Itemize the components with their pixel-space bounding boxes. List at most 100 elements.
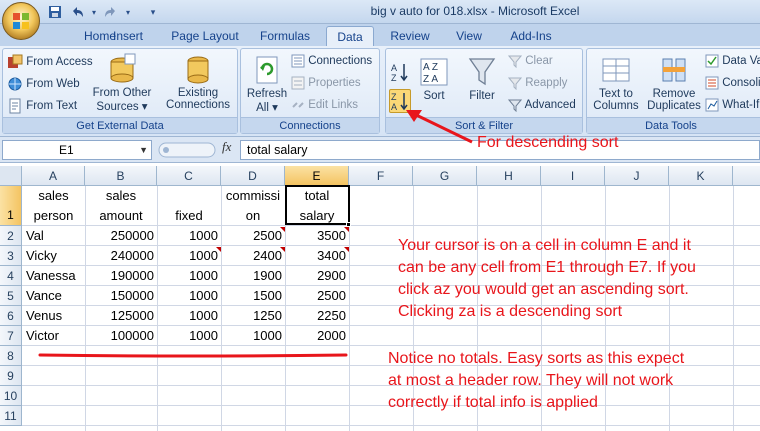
column-header-d[interactable]: D: [221, 166, 285, 186]
cell-e3[interactable]: 3400: [285, 246, 349, 266]
cell-b4[interactable]: 190000: [85, 266, 157, 286]
cell-d6[interactable]: 1250: [221, 306, 285, 326]
cell-b5[interactable]: 150000: [85, 286, 157, 306]
red-arrow-annotation: [406, 110, 473, 144]
from-web-button[interactable]: From Web: [7, 76, 80, 92]
cell-c3[interactable]: 1000: [157, 246, 221, 266]
cell-b2[interactable]: 250000: [85, 226, 157, 246]
cell-d3[interactable]: 2400: [221, 246, 285, 266]
cell-c2[interactable]: 1000: [157, 226, 221, 246]
row-header-5[interactable]: 5: [0, 286, 22, 306]
cell-e7[interactable]: 2000: [285, 326, 349, 346]
ribbon-tabs: Home Insert Page Layout Formulas Data Re…: [0, 24, 760, 46]
cell-a4[interactable]: Vanessa: [22, 266, 85, 286]
existing-connections-button[interactable]: Existing Connections: [161, 52, 235, 111]
cell-a1[interactable]: sales person: [22, 186, 85, 226]
row-header-7[interactable]: 7: [0, 326, 22, 346]
column-header-a[interactable]: A: [22, 166, 85, 186]
column-header-c[interactable]: C: [157, 166, 221, 186]
sort-button[interactable]: A ZZ A Sort: [416, 55, 452, 102]
tab-page-layout[interactable]: Page Layout: [165, 26, 245, 46]
connections-button[interactable]: Connections: [291, 54, 372, 68]
cell-c1[interactable]: fixed: [157, 206, 221, 226]
tab-add-ins[interactable]: Add-Ins: [500, 26, 562, 46]
column-header-b[interactable]: B: [85, 166, 157, 186]
cell-d2[interactable]: 2500: [221, 226, 285, 246]
cell-e4[interactable]: 2900: [285, 266, 349, 286]
column-header-g[interactable]: G: [413, 166, 477, 186]
tab-view[interactable]: View: [446, 26, 492, 46]
cell-d4[interactable]: 1900: [221, 266, 285, 286]
svg-text:A Z: A Z: [423, 62, 438, 73]
formula-splitter-icon: [158, 142, 216, 158]
consolidate-button[interactable]: Consoli: [705, 76, 760, 90]
annotation-totals-note: Notice no totals. Easy sorts as this exp…: [388, 350, 685, 411]
properties-button[interactable]: Properties: [291, 76, 361, 90]
cell-a3[interactable]: Vicky: [22, 246, 85, 266]
row-header-8[interactable]: 8: [0, 346, 22, 366]
tab-insert[interactable]: Insert: [98, 26, 158, 46]
filter-button[interactable]: Filter: [462, 55, 502, 102]
column-header-k[interactable]: K: [669, 166, 733, 186]
group-get-external-data: From Access From Web From Text From Othe…: [2, 48, 238, 134]
text-to-columns-button[interactable]: Text to Columns: [591, 55, 641, 112]
tab-formulas[interactable]: Formulas: [252, 26, 318, 46]
cell-c5[interactable]: 1000: [157, 286, 221, 306]
cell-b6[interactable]: 125000: [85, 306, 157, 326]
row-header-9[interactable]: 9: [0, 366, 22, 386]
column-header-e[interactable]: E: [285, 166, 349, 186]
row-header-10[interactable]: 10: [0, 386, 22, 406]
advanced-button[interactable]: Advanced: [508, 98, 576, 112]
cell-d5[interactable]: 1500: [221, 286, 285, 306]
column-header-i[interactable]: I: [541, 166, 605, 186]
clear-button[interactable]: Clear: [508, 54, 553, 68]
column-header-l[interactable]: [733, 166, 760, 186]
svg-text:Z A: Z A: [423, 74, 438, 85]
edit-links-button[interactable]: Edit Links: [291, 98, 358, 112]
connections-icon: [291, 54, 305, 68]
cell-c6[interactable]: 1000: [157, 306, 221, 326]
cell-d7[interactable]: 1000: [221, 326, 285, 346]
cell-a7[interactable]: Victor: [22, 326, 85, 346]
cell-b3[interactable]: 240000: [85, 246, 157, 266]
cell-d1[interactable]: commissi on: [221, 186, 285, 226]
refresh-all-button[interactable]: Refresh All ▾: [243, 55, 291, 114]
select-all-corner[interactable]: [0, 166, 22, 186]
cell-a6[interactable]: Venus: [22, 306, 85, 326]
office-button[interactable]: [2, 2, 40, 40]
name-box-dropdown-icon[interactable]: ▼: [139, 141, 148, 159]
data-validation-button[interactable]: Data Va: [705, 54, 760, 68]
cell-c7[interactable]: 1000: [157, 326, 221, 346]
filter-icon: [468, 58, 496, 86]
cell-e5[interactable]: 2500: [285, 286, 349, 306]
row-header-4[interactable]: 4: [0, 266, 22, 286]
row-header-11[interactable]: 11: [0, 406, 22, 426]
cell-e6[interactable]: 2250: [285, 306, 349, 326]
name-box[interactable]: E1 ▼: [2, 140, 152, 160]
row-header-3[interactable]: 3: [0, 246, 22, 266]
from-other-sources-button[interactable]: From Other Sources ▾: [89, 52, 155, 113]
row-header-6[interactable]: 6: [0, 306, 22, 326]
cell-c4[interactable]: 1000: [157, 266, 221, 286]
row-header-2[interactable]: 2: [0, 226, 22, 246]
remove-duplicates-button[interactable]: Remove Duplicates: [645, 55, 703, 112]
comment-indicator-d2: [280, 227, 285, 232]
reapply-button[interactable]: Reapply: [508, 76, 567, 90]
what-if-analysis-button[interactable]: What-If: [705, 98, 759, 112]
column-header-f[interactable]: F: [349, 166, 413, 186]
tab-data[interactable]: Data: [326, 26, 374, 46]
from-text-button[interactable]: From Text: [7, 98, 77, 114]
cell-b1[interactable]: sales amount: [85, 186, 157, 226]
cell-e2[interactable]: 3500: [285, 226, 349, 246]
red-underline-mark: [38, 353, 348, 358]
row-header-1[interactable]: 1: [0, 186, 22, 226]
insert-function-icon[interactable]: fx: [222, 139, 231, 155]
cell-a5[interactable]: Vance: [22, 286, 85, 306]
cell-a2[interactable]: Val: [22, 226, 85, 246]
from-access-button[interactable]: From Access: [7, 54, 93, 70]
column-header-h[interactable]: H: [477, 166, 541, 186]
cell-b7[interactable]: 100000: [85, 326, 157, 346]
sort-ascending-button[interactable]: AZ: [390, 61, 412, 86]
tab-review[interactable]: Review: [382, 26, 438, 46]
column-header-j[interactable]: J: [605, 166, 669, 186]
